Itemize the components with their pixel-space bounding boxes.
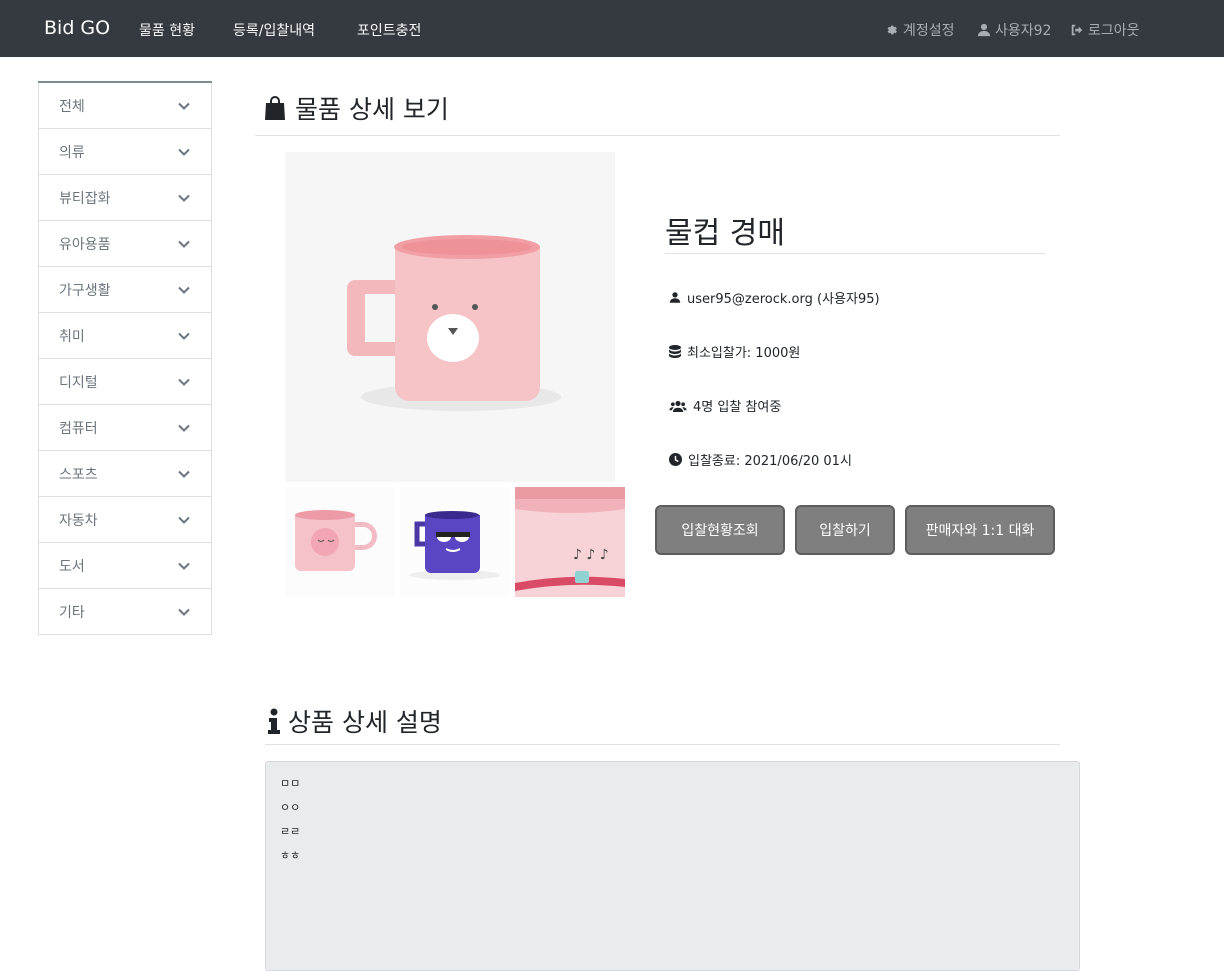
gear-icon (887, 25, 897, 35)
thumbnail-pink-cup[interactable] (285, 487, 395, 597)
chevron-down-icon (177, 99, 191, 113)
end-time-info: 입찰종료: 2021/06/20 01시 (669, 450, 852, 469)
top-navbar: Bid GO 물품 현황 등록/입찰내역 포인트충전 계정설정 사용자92 로그… (0, 0, 1224, 57)
sidebar-item-9[interactable]: 자동차 (38, 497, 212, 543)
seller-info: user95@zerock.org (사용자95) (669, 288, 880, 307)
sidebar-item-label: 기타 (59, 604, 85, 621)
sidebar-item-3[interactable]: 유아용품 (38, 221, 212, 267)
detail-divider (255, 135, 1060, 136)
sidebar-item-10[interactable]: 도서 (38, 543, 212, 589)
description-line: ㅁㅁ (280, 777, 301, 790)
svg-text:♪ ♪ ♪: ♪ ♪ ♪ (573, 547, 609, 563)
nav-link-history[interactable]: 등록/입찰내역 (233, 20, 315, 40)
sidebar-item-label: 전체 (59, 98, 85, 115)
users-icon (669, 400, 687, 412)
nav-link-points[interactable]: 포인트충전 (357, 20, 421, 40)
sidebar-item-label: 자동차 (59, 512, 98, 529)
chevron-down-icon (177, 329, 191, 343)
sidebar-item-label: 의류 (59, 144, 85, 161)
seller-text: user95@zerock.org (사용자95) (687, 292, 880, 307)
logout-link[interactable]: 로그아웃 (1070, 20, 1140, 40)
thumbnail-purple-cup[interactable] (400, 487, 510, 597)
sidebar-item-label: 디지털 (59, 374, 98, 391)
chevron-down-icon (177, 559, 191, 573)
sidebar-item-label: 도서 (59, 558, 85, 575)
chevron-down-icon (177, 421, 191, 435)
logout-icon (1071, 24, 1083, 36)
category-sidebar: 전체의류뷰티잡화유아용품가구생활취미디지털컴퓨터스포츠자동차도서기타 (38, 81, 212, 635)
description-line: ㄹㄹ (280, 825, 301, 838)
nav-link-items[interactable]: 물품 현황 (139, 20, 195, 40)
participants-info: 4명 입찰 참여중 (669, 396, 781, 415)
chevron-down-icon (177, 605, 191, 619)
bid-status-button[interactable]: 입찰현황조회 (655, 505, 785, 555)
chevron-down-icon (177, 191, 191, 205)
detail-heading: 물품 상세 보기 (263, 90, 449, 126)
description-divider (265, 744, 1060, 745)
item-title: 물컵 경매 (665, 216, 785, 251)
sidebar-item-label: 가구생활 (59, 282, 111, 299)
info-icon (268, 708, 280, 734)
account-settings-label: 계정설정 (903, 23, 955, 39)
brand-logo[interactable]: Bid GO (44, 17, 110, 39)
description-box: ㅁㅁ ㅇㅇ ㄹㄹ ㅎㅎ (265, 761, 1080, 971)
sidebar-item-label: 스포츠 (59, 466, 98, 483)
sidebar-item-label: 취미 (59, 328, 85, 345)
detail-heading-text: 물품 상세 보기 (295, 95, 449, 124)
chat-seller-button[interactable]: 판매자와 1:1 대화 (905, 505, 1055, 555)
user-profile-link[interactable]: 사용자92 (977, 20, 1051, 40)
user-icon (977, 23, 991, 37)
chevron-down-icon (177, 145, 191, 159)
chevron-down-icon (177, 513, 191, 527)
user-name-label: 사용자92 (995, 23, 1052, 39)
main-product-image[interactable] (285, 152, 615, 482)
user-icon (669, 292, 681, 303)
sidebar-item-11[interactable]: 기타 (38, 589, 212, 635)
participants-text: 4명 입찰 참여중 (693, 400, 782, 415)
sidebar-item-6[interactable]: 디지털 (38, 359, 212, 405)
sidebar-item-label: 유아용품 (59, 236, 111, 253)
description-line: ㅎㅎ (280, 849, 301, 862)
sidebar-item-4[interactable]: 가구생활 (38, 267, 212, 313)
chevron-down-icon (177, 375, 191, 389)
sidebar-item-label: 컴퓨터 (59, 420, 98, 437)
database-icon (669, 344, 681, 358)
shopping-bag-icon (265, 96, 285, 120)
clock-icon (669, 453, 682, 466)
sidebar-item-5[interactable]: 취미 (38, 313, 212, 359)
sidebar-item-0[interactable]: 전체 (38, 83, 212, 129)
chevron-down-icon (177, 467, 191, 481)
chevron-down-icon (177, 237, 191, 251)
thumbnail-cup-closeup[interactable]: ♪ ♪ ♪ (515, 487, 625, 597)
sidebar-item-1[interactable]: 의류 (38, 129, 212, 175)
item-title-divider (665, 253, 1045, 254)
logout-label: 로그아웃 (1088, 23, 1140, 39)
sidebar-item-2[interactable]: 뷰티잡화 (38, 175, 212, 221)
sidebar-item-label: 뷰티잡화 (59, 190, 111, 207)
chevron-down-icon (177, 283, 191, 297)
description-heading-text: 상품 상세 설명 (288, 708, 442, 737)
min-bid-text: 최소입찰가: 1000원 (687, 346, 801, 361)
bid-button[interactable]: 입찰하기 (795, 505, 895, 555)
description-heading: 상품 상세 설명 (268, 703, 442, 739)
sidebar-item-8[interactable]: 스포츠 (38, 451, 212, 497)
description-line: ㅇㅇ (280, 801, 301, 814)
end-time-text: 입찰종료: 2021/06/20 01시 (688, 454, 852, 469)
account-settings-link[interactable]: 계정설정 (885, 20, 955, 40)
min-bid-info: 최소입찰가: 1000원 (669, 342, 800, 361)
sidebar-item-7[interactable]: 컴퓨터 (38, 405, 212, 451)
